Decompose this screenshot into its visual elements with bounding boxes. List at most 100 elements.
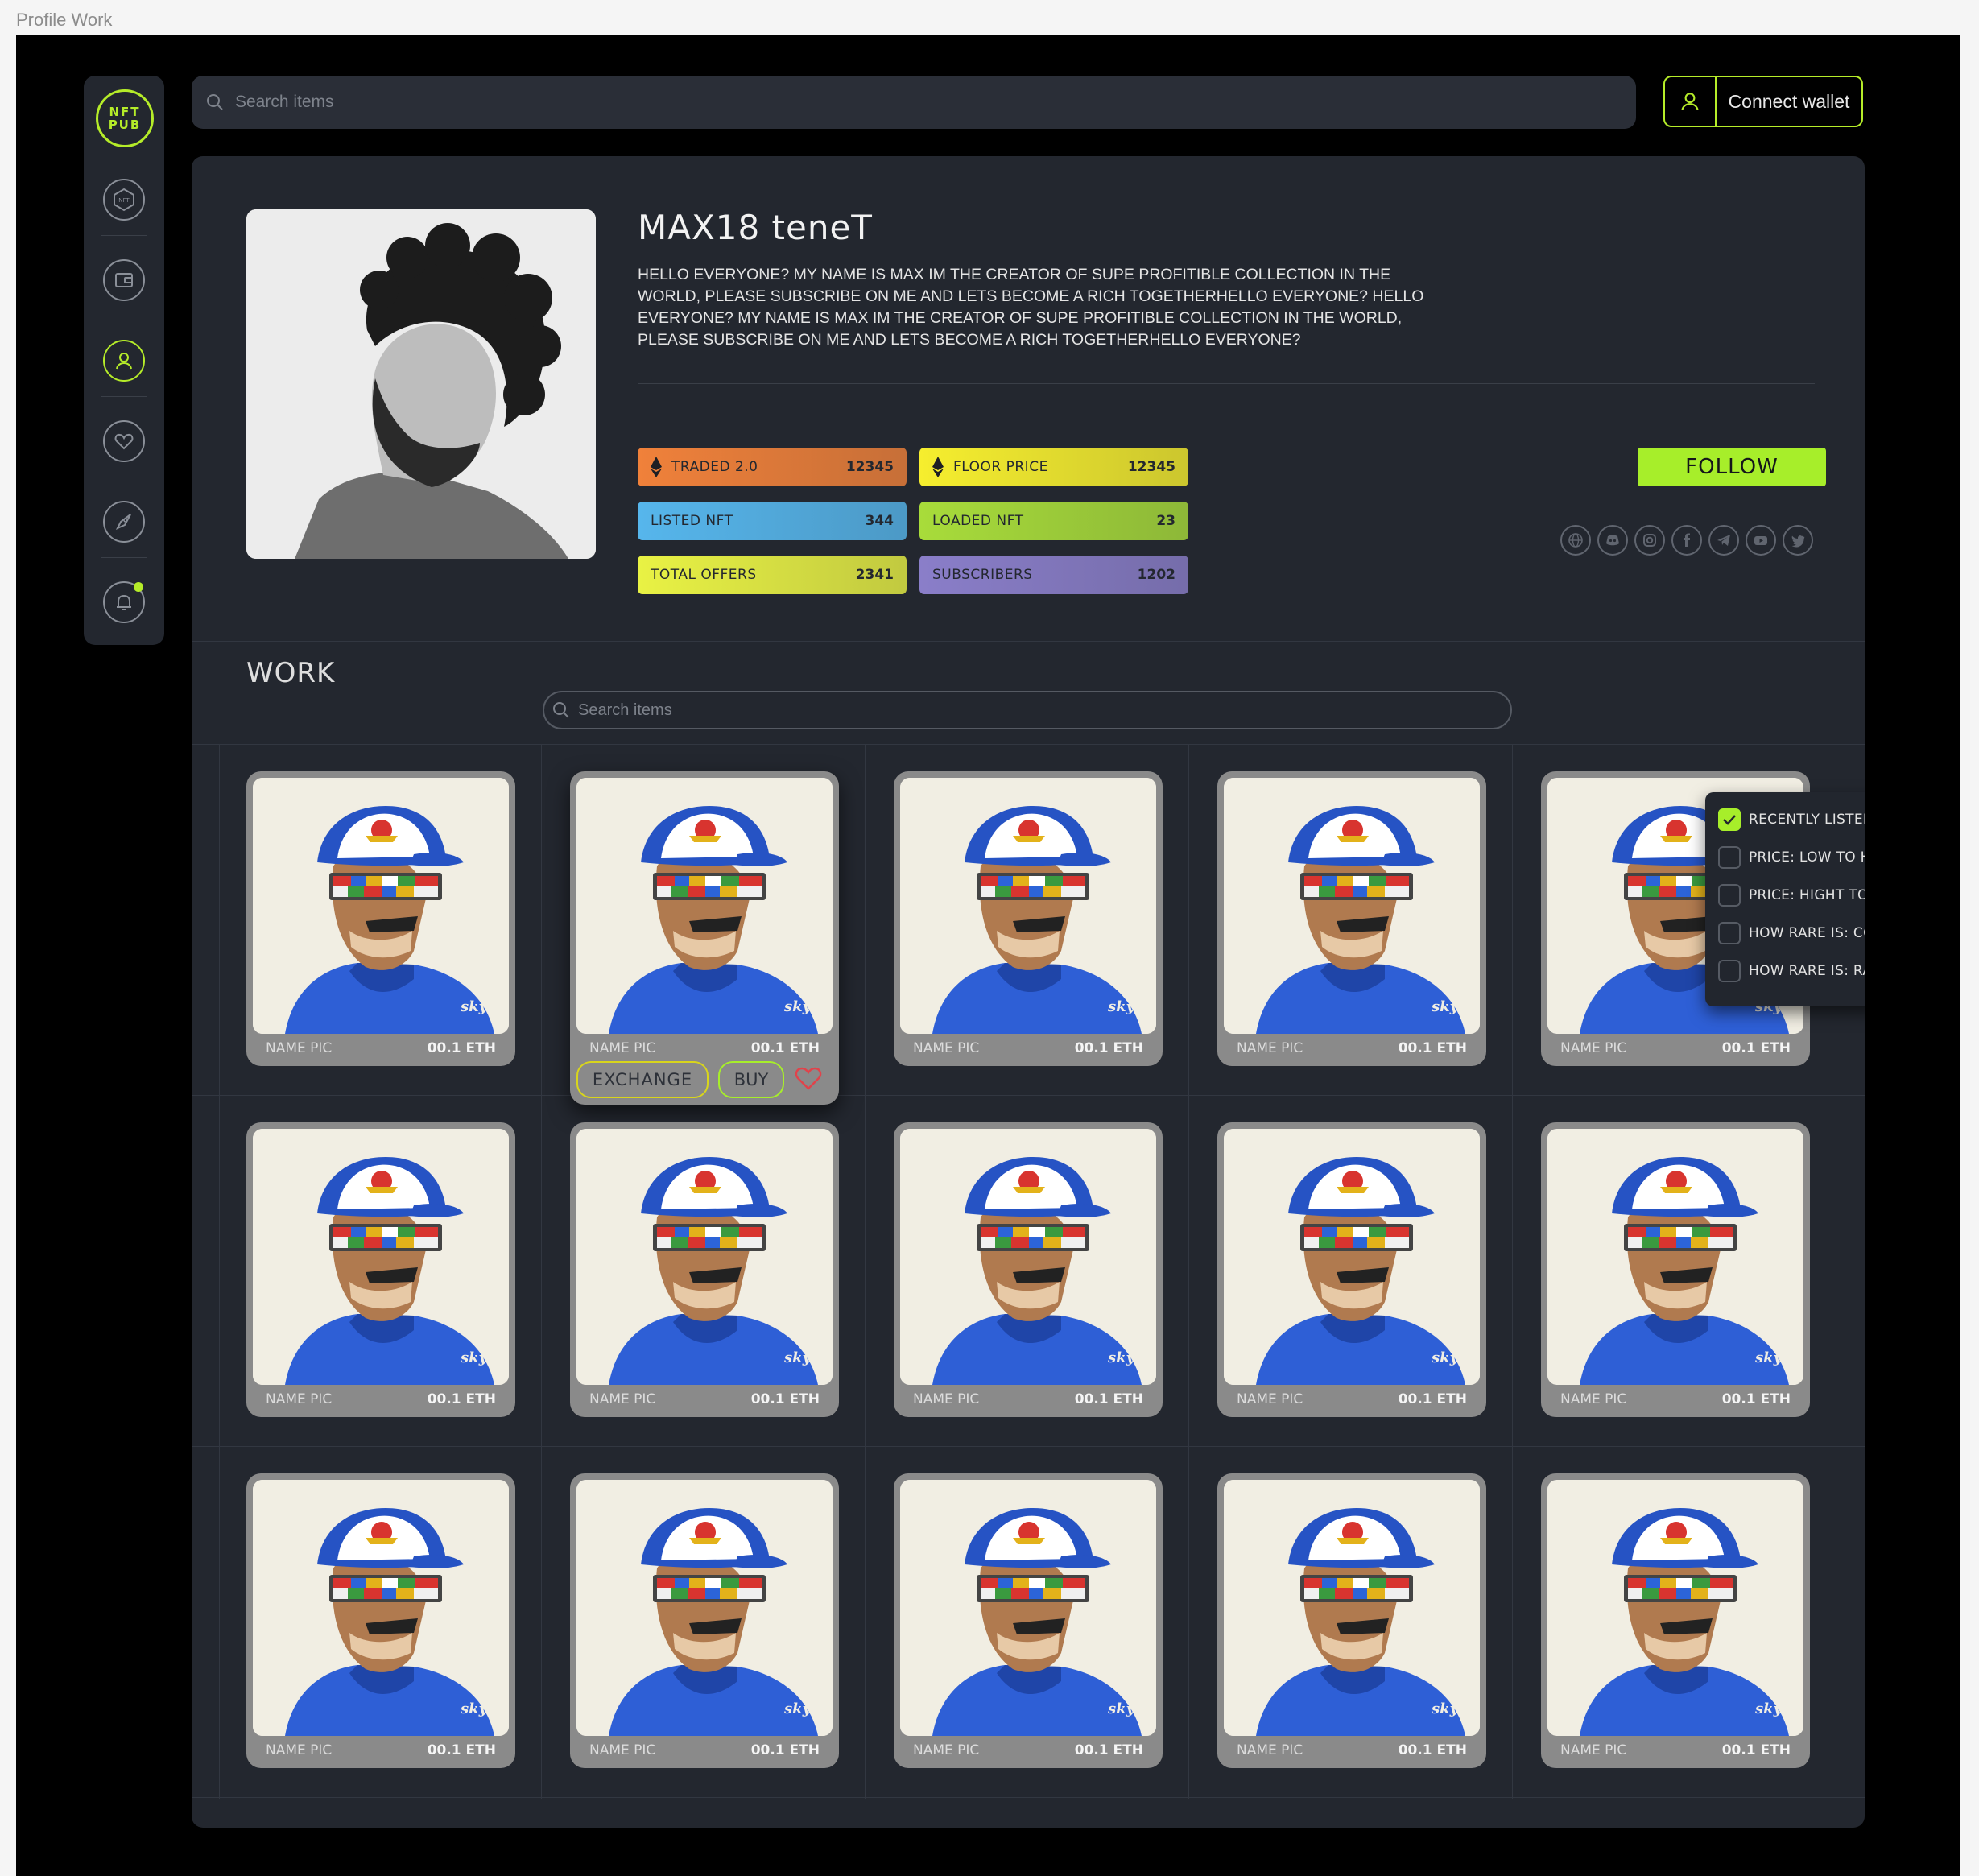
svg-text:sky: sky [460,1349,489,1366]
nft-price: 00.1 ETH [427,1040,496,1056]
nft-card[interactable]: sky NAME PIC 00.1 ETH [894,1473,1163,1768]
sidebar-item-notifications[interactable] [103,581,145,623]
telegram-icon[interactable] [1708,525,1739,556]
work-search-input[interactable] [576,700,1465,721]
exchange-button[interactable]: EXCHANGE [576,1061,709,1098]
rocket-icon [115,514,131,531]
search-icon [207,94,223,110]
facebook-icon[interactable] [1671,525,1702,556]
like-heart-icon[interactable] [794,1065,823,1095]
nft-card[interactable]: sky NAME PIC 00.1 ETH [1541,1473,1810,1768]
nft-card[interactable]: sky NAME PIC 00.1 ETH [1217,1122,1486,1417]
svg-text:sky: sky [783,1700,812,1717]
stat-traded: TRADED 2.0 12345 [638,448,907,486]
sidebar-item-favorites[interactable] [103,420,145,462]
logo-line-1: NFT [109,105,141,119]
nft-card[interactable]: sky NAME PIC 00.1 ETH [246,771,515,1066]
nft-card[interactable]: sky NAME PIC 00.1 ETH [570,1473,839,1768]
work-section-title: WORK [246,657,336,689]
nft-artwork[interactable]: sky [1224,1480,1480,1736]
nft-price: 00.1 ETH [1721,1391,1791,1407]
user-icon [1681,93,1699,111]
stat-value: 1202 [1137,567,1175,583]
nft-name: NAME PIC [1237,1742,1303,1758]
youtube-icon[interactable] [1746,525,1776,556]
sidebar-item-launch[interactable] [103,501,145,543]
checkbox[interactable] [1718,808,1741,831]
nft-card[interactable]: sky NAME PIC 00.1 ETH [1217,1473,1486,1768]
stat-value: 2341 [855,567,894,583]
stat-value: 344 [865,513,894,529]
global-search [192,76,1636,129]
nft-artwork[interactable]: sky [576,778,833,1034]
sort-option[interactable]: HOW RARE IS: RARE TO COMMON [1718,960,1865,982]
svg-text:sky: sky [1107,998,1136,1015]
stat-loaded-nft: LOADED NFT 23 [919,502,1188,540]
card-actions: EXCHANGE BUY [576,1061,823,1098]
stat-label: TOTAL OFFERS [651,567,757,583]
nft-artwork[interactable]: sky [1547,1129,1803,1385]
nft-artwork[interactable]: sky [253,778,509,1034]
nft-artwork[interactable]: sky [253,1129,509,1385]
nft-artwork[interactable]: sky [576,1480,833,1736]
globe-icon[interactable] [1560,525,1591,556]
nft-price: 00.1 ETH [750,1040,820,1056]
svg-text:sky: sky [1754,1349,1783,1366]
nft-price: 00.1 ETH [1074,1391,1143,1407]
nft-price: 00.1 ETH [1721,1742,1791,1758]
nft-card[interactable]: sky NAME PIC 00.1 ETH [894,1122,1163,1417]
svg-text:sky: sky [1754,1700,1783,1717]
nft-artwork[interactable]: sky [900,778,1156,1034]
grid-line [1512,744,1513,1799]
nft-artwork[interactable]: sky [900,1129,1156,1385]
nft-card[interactable]: sky NAME PIC 00.1 ETH EXCHANGE BUY [570,771,839,1105]
nft-card[interactable]: sky NAME PIC 00.1 ETH [570,1122,839,1417]
sort-option-label: HOW RARE IS: RARE TO COMMON [1749,963,1865,979]
logo-line-2: PUB [108,118,142,132]
discord-icon[interactable] [1597,525,1628,556]
sort-option[interactable]: RECENTLY LISTED [1718,808,1865,831]
check-icon [1723,815,1736,825]
checkbox[interactable] [1718,884,1741,907]
sidebar-divider [101,396,147,397]
checkbox[interactable] [1718,922,1741,944]
wallet-user-icon-box [1665,77,1717,126]
nft-price: 00.1 ETH [427,1742,496,1758]
nft-artwork[interactable]: sky [900,1480,1156,1736]
nft-artwork[interactable]: sky [1547,1480,1803,1736]
sort-option-label: PRICE: HIGHT TO LOW [1749,887,1865,903]
instagram-icon[interactable] [1634,525,1665,556]
nft-artwork[interactable]: sky [253,1480,509,1736]
nft-card[interactable]: sky NAME PIC 00.1 ETH [1217,771,1486,1066]
nft-artwork[interactable]: sky [576,1129,833,1385]
svg-text:sky: sky [783,1349,812,1366]
nft-name: NAME PIC [589,1040,656,1056]
follow-button[interactable]: FOLLOW [1638,448,1826,486]
sidebar-item-profile[interactable] [103,340,145,382]
nft-artwork[interactable]: sky [1224,1129,1480,1385]
checkbox[interactable] [1718,960,1741,982]
sidebar-item-wallet[interactable] [103,259,145,301]
nft-price: 00.1 ETH [427,1391,496,1407]
connect-wallet-label: Connect wallet [1728,90,1850,112]
app-canvas: NFT PUB NFT Search items Connect wallet … [16,35,1960,1876]
search-input[interactable] [233,92,1605,113]
notification-badge [134,582,143,592]
nft-card[interactable]: sky NAME PIC 00.1 ETH [1541,1122,1810,1417]
sort-option[interactable]: PRICE: LOW TO HIGHT [1718,846,1865,869]
nft-card[interactable]: sky NAME PIC 00.1 ETH [894,771,1163,1066]
nft-artwork[interactable]: sky [1224,778,1480,1034]
sort-option[interactable]: HOW RARE IS: COMMON TO RARE [1718,922,1865,944]
buy-button[interactable]: BUY [718,1061,784,1098]
svg-text:NFT: NFT [118,197,130,204]
sidebar-item-nft[interactable]: NFT [103,179,145,221]
nft-card[interactable]: sky NAME PIC 00.1 ETH [246,1473,515,1768]
twitter-icon[interactable] [1783,525,1813,556]
checkbox[interactable] [1718,846,1741,869]
connect-wallet-button[interactable]: Connect wallet [1663,76,1863,127]
nft-card[interactable]: sky NAME PIC 00.1 ETH [246,1122,515,1417]
sort-option[interactable]: PRICE: HIGHT TO LOW [1718,884,1865,907]
nft-price: 00.1 ETH [1721,1040,1791,1056]
nft-name: NAME PIC [266,1391,333,1407]
logo[interactable]: NFT PUB [96,89,154,147]
